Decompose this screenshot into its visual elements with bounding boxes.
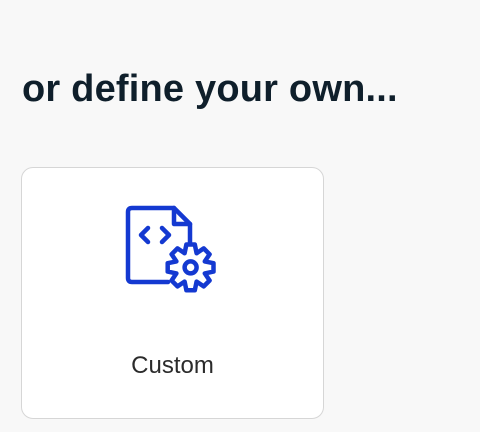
custom-template-card[interactable]: Custom bbox=[21, 167, 324, 419]
custom-file-gear-icon bbox=[124, 204, 224, 300]
custom-card-label: Custom bbox=[131, 352, 214, 379]
custom-template-section: or define your own... Custom bbox=[0, 0, 480, 432]
section-heading: or define your own... bbox=[22, 68, 398, 110]
